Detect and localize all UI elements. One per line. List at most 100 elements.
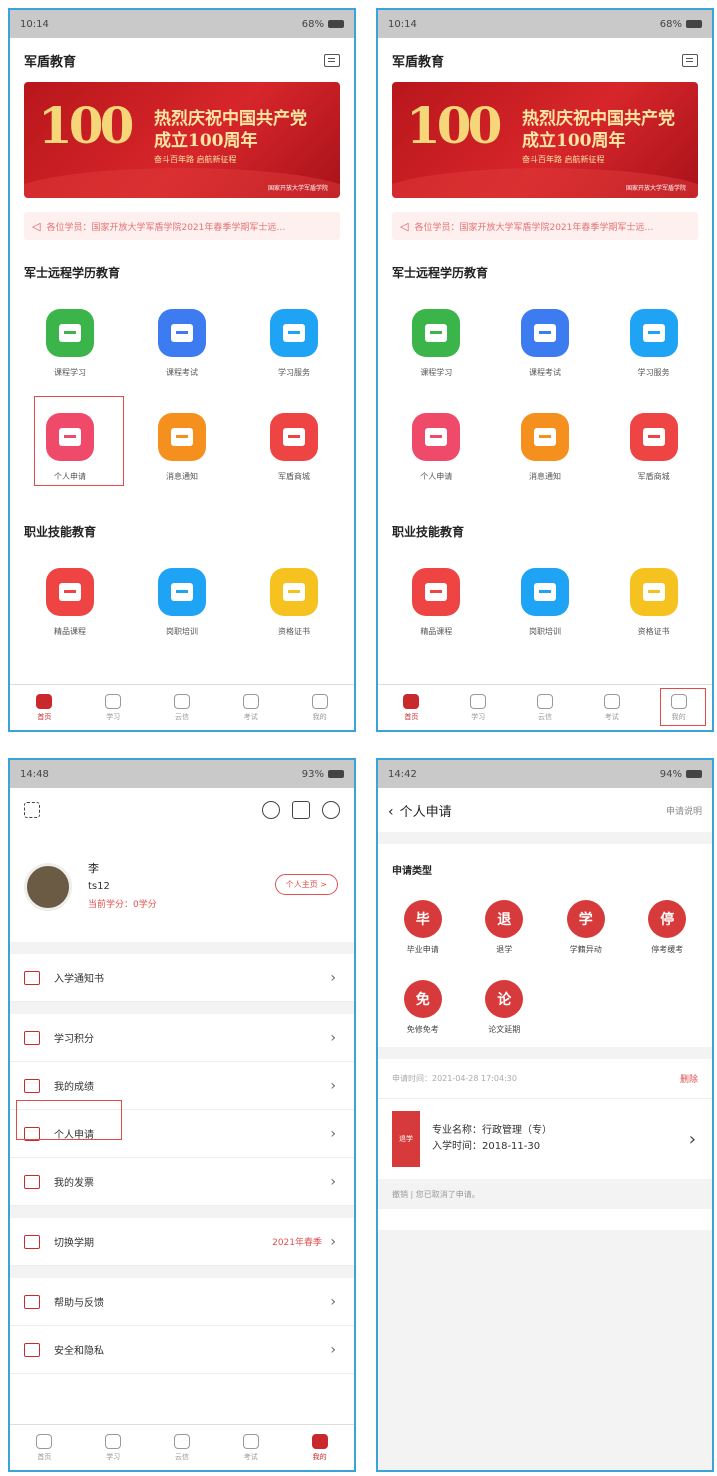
menu-item-label: 学习积分 [54, 1034, 94, 1045]
menu-item[interactable]: 帮助与反馈 › [10, 1278, 354, 1326]
menu-item[interactable]: 安全和隐私 › [10, 1326, 354, 1374]
message-icon[interactable] [324, 53, 340, 67]
menu-item-label: 安全和隐私 [54, 1346, 104, 1357]
app-icon-item[interactable]: 课程考试 [491, 291, 600, 395]
status-bar: 10:14 68% [10, 10, 354, 38]
chat-icon[interactable] [262, 801, 280, 819]
apply-time: 申请时间：2021-04-28 17:04:30 [392, 1074, 517, 1083]
menu-item-icon [24, 1078, 40, 1093]
tab-item[interactable]: 考试 [578, 685, 645, 730]
apply-type-item[interactable]: 学学籍异动 [545, 887, 627, 967]
apply-type-item[interactable]: 免免修免考 [382, 967, 464, 1047]
tab-icon [311, 1433, 328, 1449]
app-icon-item[interactable]: 岗职培训 [126, 550, 238, 654]
menu-item[interactable]: 切换学期 2021年春季 › [10, 1218, 354, 1266]
chevron-right-icon: › [330, 1293, 336, 1310]
app-icon-item[interactable]: 学习服务 [599, 291, 708, 395]
menu-item-icon [24, 1342, 40, 1357]
apply-type-item[interactable]: 毕毕业申请 [382, 887, 464, 967]
tab-item[interactable]: 我的 [285, 1425, 354, 1470]
battery-level: 94% [659, 768, 682, 780]
home-screen-1: 10:14 68% 军盾教育 100 热烈庆祝中国共产党 成立100周年 奋斗百年… [8, 8, 356, 732]
app-title: 军盾教育 [24, 54, 77, 70]
app-icon-item[interactable]: 学习服务 [238, 291, 350, 395]
menu-item-label: 帮助与反馈 [54, 1298, 104, 1309]
apply-type-item[interactable]: 停停考缓考 [627, 887, 709, 967]
tab-item[interactable]: 我的 [285, 685, 354, 730]
menu-item-label: 切换学期 [54, 1238, 94, 1249]
tab-item[interactable]: 学习 [445, 685, 512, 730]
app-icon-item[interactable]: 消息通知 [491, 395, 600, 499]
app-icon-item[interactable]: 课程考试 [126, 291, 238, 395]
tab-item[interactable]: 学习 [79, 1425, 148, 1470]
tab-icon [311, 693, 328, 709]
avatar[interactable] [24, 863, 72, 911]
app-icon-item[interactable]: 军盾商城 [599, 395, 708, 499]
section-title: 职业技能教育 [392, 525, 465, 539]
app-icon-item[interactable]: 资格证书 [599, 550, 708, 654]
apply-type-label: 申请类型 [392, 866, 432, 877]
banner[interactable]: 100 热烈庆祝中国共产党 成立100周年 奋斗百年路 启航新征程 国家开放大学… [24, 82, 340, 198]
menu-item[interactable]: 入学通知书 › [10, 954, 354, 1002]
app-icon [269, 567, 318, 616]
banner[interactable]: 100 热烈庆祝中国共产党 成立100周年 奋斗百年路 启航新征程 国家开放大学… [392, 82, 698, 198]
speaker-icon: ◁ [400, 219, 409, 233]
notice-bar[interactable]: ◁ 各位学员：国家开放大学军盾学院2021年春季学期军士远… [392, 212, 698, 240]
battery-icon [686, 19, 702, 28]
scan-icon[interactable] [24, 802, 40, 818]
app-icon-label: 学习服务 [277, 367, 310, 377]
notice-bar[interactable]: ◁ 各位学员：国家开放大学军盾学院2021年春季学期军士远… [24, 212, 340, 240]
app-icon-item[interactable]: 消息通知 [126, 395, 238, 499]
tab-item[interactable]: 首页 [378, 685, 445, 730]
speaker-icon: ◁ [32, 219, 41, 233]
tab-item[interactable]: 首页 [10, 685, 79, 730]
delete-button[interactable]: 删除 [680, 1072, 698, 1085]
app-icon-item[interactable]: 课程学习 [14, 291, 126, 395]
tab-item[interactable]: 云信 [512, 685, 579, 730]
tab-item[interactable]: 云信 [148, 1425, 217, 1470]
tab-label: 考试 [243, 1452, 258, 1461]
app-icon-item[interactable]: 个人申请 [382, 395, 491, 499]
apply-record[interactable]: 退学 专业名称：行政管理（专） 入学时间：2018-11-30 › [378, 1099, 712, 1179]
banner-line2: 成立100周年 [154, 131, 258, 151]
apply-explain-link[interactable]: 申请说明 [666, 804, 702, 817]
section-title: 军士远程学历教育 [24, 266, 121, 280]
app-title: 军盾教育 [392, 54, 445, 70]
personal-home-button[interactable]: 个人主页 > [274, 874, 338, 895]
app-icon-label: 资格证书 [277, 626, 310, 636]
apply-type-item[interactable]: 论论文延期 [464, 967, 546, 1047]
message-icon[interactable] [682, 53, 698, 67]
tab-label: 学习 [106, 1452, 121, 1461]
message-icon[interactable] [292, 801, 310, 819]
menu-item-label: 我的发票 [54, 1178, 94, 1189]
tab-item[interactable]: 考试 [216, 1425, 285, 1470]
app-icon [520, 412, 569, 461]
record-tag: 退学 [392, 1111, 420, 1167]
banner-line3: 奋斗百年路 启航新征程 [154, 155, 237, 164]
tab-icon [105, 693, 122, 709]
app-icon-item[interactable]: 资格证书 [238, 550, 350, 654]
apply-type-item[interactable]: 退退学 [464, 887, 546, 967]
profile-screen: 14:48 93% 李 ts12 当前学分：0学分 个人主页 > 入学通知书 › 学习… [8, 758, 356, 1472]
app-icon [157, 412, 206, 461]
app-icon-item[interactable]: 精品课程 [14, 550, 126, 654]
tab-item[interactable]: 首页 [10, 1425, 79, 1470]
profile-card: 李 ts12 当前学分：0学分 个人主页 > [10, 832, 354, 942]
app-icon-label: 精品课程 [420, 626, 453, 636]
user-id: ts12 [88, 881, 110, 892]
apply-type-label: 退学 [496, 944, 513, 954]
app-icon-item[interactable]: 课程学习 [382, 291, 491, 395]
tab-item[interactable]: 考试 [216, 685, 285, 730]
app-icon-item[interactable]: 军盾商城 [238, 395, 350, 499]
app-icon-item[interactable]: 岗职培训 [491, 550, 600, 654]
tab-label: 学习 [471, 712, 486, 721]
back-icon[interactable]: ‹ [388, 804, 394, 820]
apply-type-label: 学籍异动 [569, 944, 602, 954]
tab-item[interactable]: 学习 [79, 685, 148, 730]
app-icon-item[interactable]: 精品课程 [382, 550, 491, 654]
tab-item[interactable]: 云信 [148, 685, 217, 730]
menu-item[interactable]: 学习积分 › [10, 1014, 354, 1062]
menu-item[interactable]: 我的发票 › [10, 1158, 354, 1206]
menu-item-icon [24, 970, 40, 985]
settings-icon[interactable] [322, 801, 340, 819]
